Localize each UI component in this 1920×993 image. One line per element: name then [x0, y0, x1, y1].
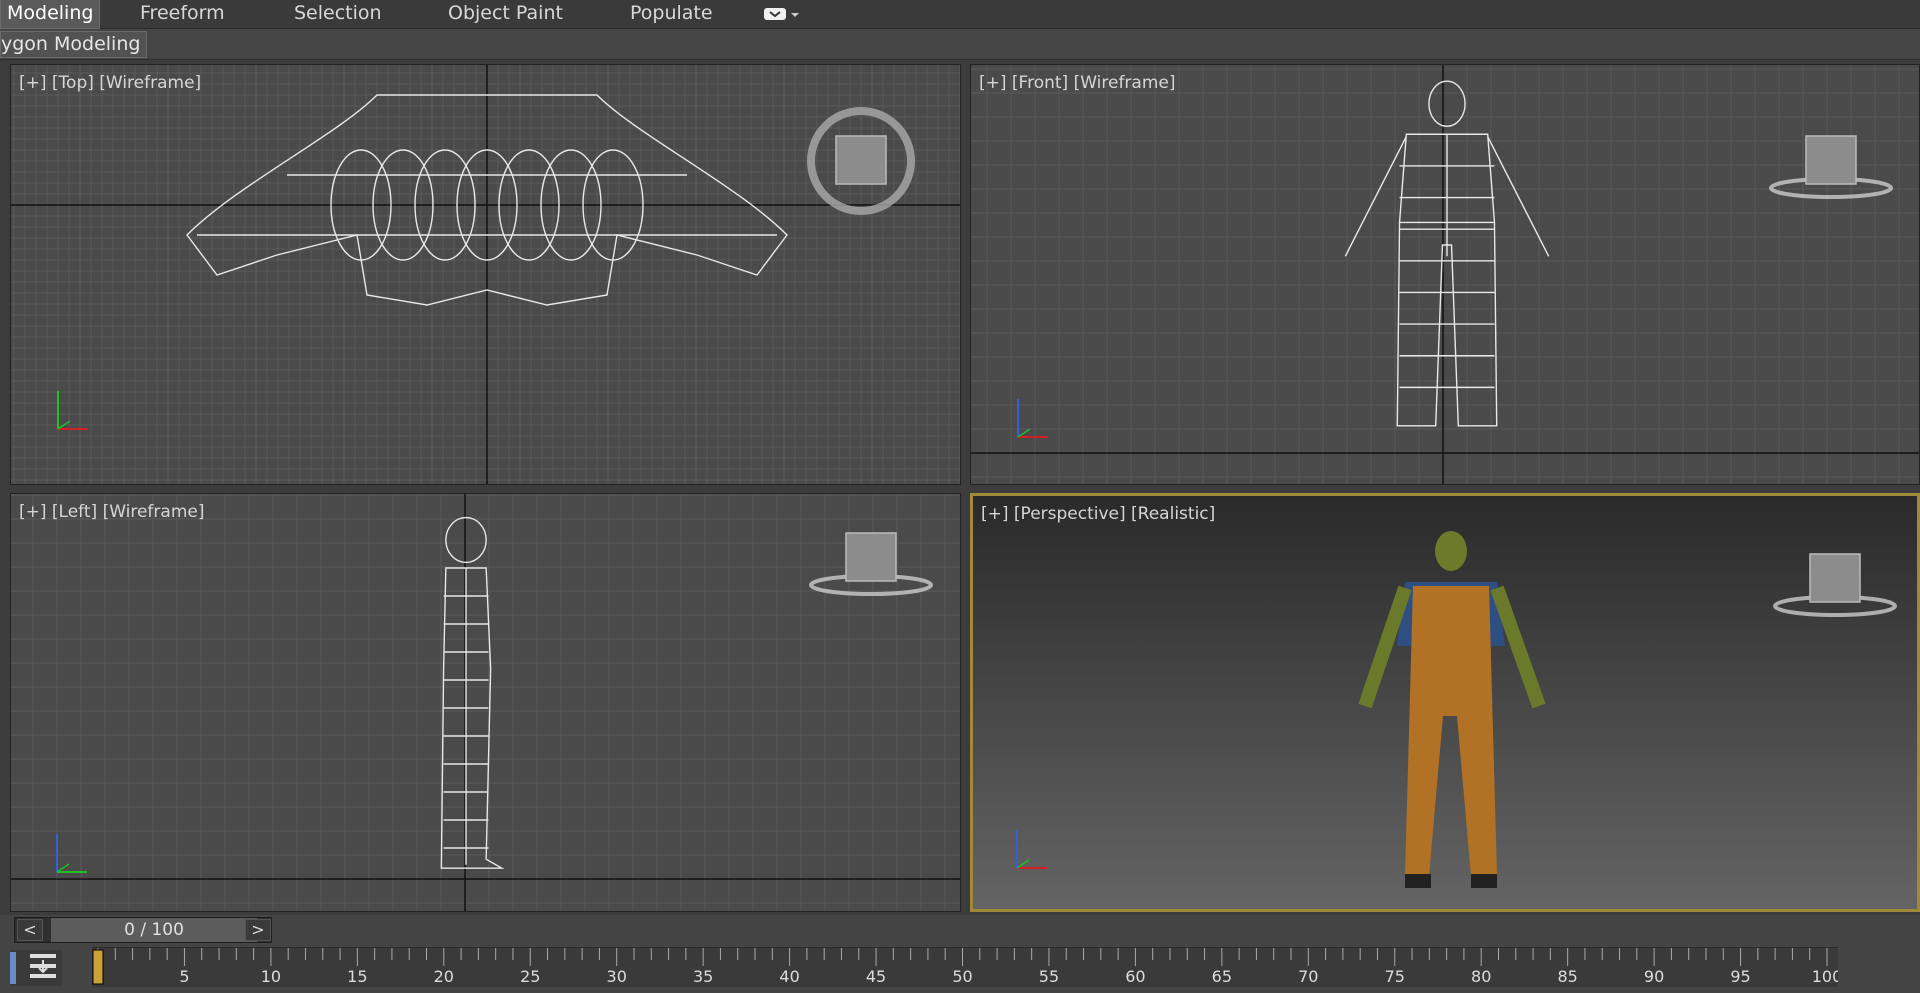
tab-modeling[interactable]: Modeling	[0, 0, 101, 29]
viewport-perspective-canvas	[1016, 531, 1897, 888]
ruler-tick-label: 100	[1812, 967, 1838, 986]
ruler-tick-label: 35	[693, 967, 713, 986]
prev-frame-button[interactable]: <	[17, 919, 43, 941]
timeline-ruler[interactable]: 0510152025303540455055606570758085909510…	[92, 947, 1842, 987]
viewport-left-canvas	[11, 494, 960, 911]
ribbon-subbar: ygon Modeling	[0, 29, 1920, 60]
next-frame-button[interactable]: >	[245, 919, 271, 941]
current-frame-marker[interactable]	[92, 949, 104, 985]
ruler-tick-label: 15	[347, 967, 367, 986]
ruler-tick-label: 65	[1212, 967, 1232, 986]
ruler-tick-label: 10	[261, 967, 281, 986]
ribbon-options-icon	[764, 8, 799, 20]
view-cube-perspective[interactable]	[1773, 553, 1897, 617]
ruler-tick-label: 45	[866, 967, 886, 986]
tab-populate[interactable]: Populate	[624, 0, 719, 29]
ruler-tick-label: 70	[1298, 967, 1318, 986]
ruler-tick-label: 60	[1125, 967, 1145, 986]
viewport-top[interactable]: [+] [Top] [Wireframe]	[10, 64, 961, 485]
viewport-front[interactable]: [+] [Front] [Wireframe]	[970, 64, 1920, 485]
viewport-left[interactable]: [+] [Left] [Wireframe]	[10, 493, 961, 912]
viewport-area: [+] [Top] [Wireframe] [+] [Front] [Wiref…	[0, 60, 1920, 915]
ribbon-tabs: Modeling Freeform Selection Object Paint…	[0, 0, 1920, 29]
time-slider[interactable]: < 0 / 100 >	[14, 917, 272, 943]
axis-gizmo-perspective	[1016, 830, 1047, 869]
viewport-left-label[interactable]: [+] [Left] [Wireframe]	[19, 502, 204, 522]
ruler-tick-label: 80	[1471, 967, 1491, 986]
viewport-front-canvas	[971, 65, 1919, 484]
ruler-tick-label: 25	[520, 967, 540, 986]
ruler-tick-label: 30	[607, 967, 627, 986]
viewport-front-label[interactable]: [+] [Front] [Wireframe]	[979, 73, 1176, 93]
tab-selection[interactable]: Selection	[288, 0, 388, 29]
tab-freeform[interactable]: Freeform	[134, 0, 231, 29]
track-bar-toggle[interactable]	[10, 950, 62, 986]
time-slider-value[interactable]: 0 / 100	[51, 918, 257, 942]
viewport-perspective-label[interactable]: [+] [Perspective] [Realistic]	[981, 504, 1215, 524]
viewport-top-canvas	[11, 65, 960, 484]
ruler-tick-label: 95	[1730, 967, 1750, 986]
track-bar-icon	[10, 952, 56, 984]
tab-object-paint[interactable]: Object Paint	[442, 0, 569, 29]
ruler-tick-label: 55	[1039, 967, 1059, 986]
ruler-tick-label: 85	[1557, 967, 1577, 986]
time-slider-area: < 0 / 100 > 0510152025303540455055606570…	[0, 915, 1920, 993]
ruler-tick-label: 90	[1644, 967, 1664, 986]
ruler-tick-label: 20	[434, 967, 454, 986]
ruler-tick-label: 40	[779, 967, 799, 986]
ruler-tick-label: 75	[1385, 967, 1405, 986]
ruler-tick-label: 5	[179, 967, 189, 986]
polygon-modeling-tab[interactable]: ygon Modeling	[0, 31, 148, 58]
ruler-tick-label: 50	[952, 967, 972, 986]
timeline-ruler-canvas: 0510152025303540455055606570758085909510…	[92, 948, 1842, 986]
ribbon-options-dropdown[interactable]	[762, 4, 800, 24]
viewport-perspective[interactable]: [+] [Perspective] [Realistic]	[970, 493, 1920, 912]
viewport-top-label[interactable]: [+] [Top] [Wireframe]	[19, 73, 201, 93]
perspective-character-model	[1358, 531, 1546, 888]
viewport-background	[971, 65, 1919, 484]
